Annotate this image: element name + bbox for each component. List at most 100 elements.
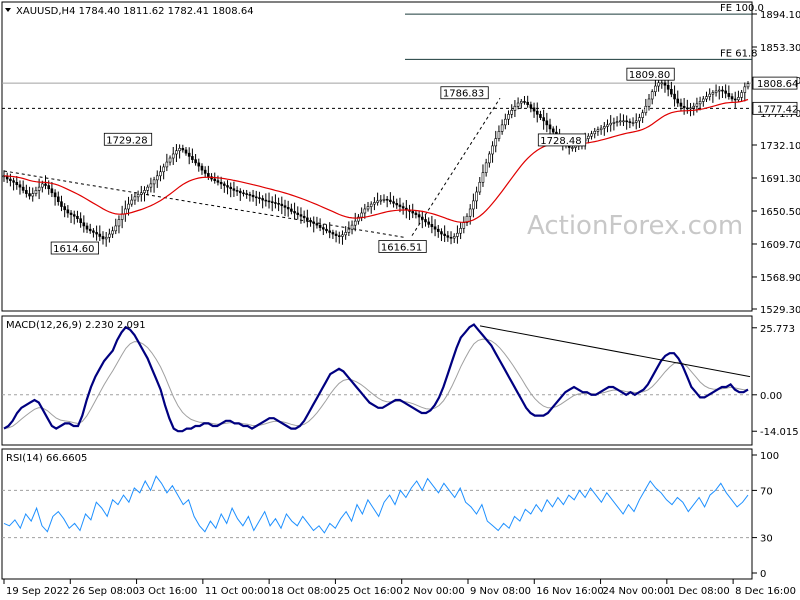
candle-body (436, 228, 440, 232)
candle-body (216, 180, 220, 183)
candle-body (302, 215, 306, 219)
candle-body (424, 219, 427, 223)
fib-level-label: FE 100.0 (720, 3, 764, 14)
x-axis-label: 8 Dec 16:00 (735, 586, 796, 597)
price-annotation-label: 1809.80 (629, 70, 670, 81)
candle-body (529, 104, 533, 109)
candle-body (143, 190, 146, 194)
price-annotation-label: 1614.60 (53, 244, 94, 255)
candle-body (472, 200, 475, 210)
chart-canvas: ActionForex.com FE 100.0 FE 61.8 1614.60 17… (1, 1, 800, 597)
candle-body (634, 120, 638, 123)
candle-body (644, 105, 648, 114)
candle-body (701, 98, 705, 102)
candle-body (76, 215, 79, 219)
x-axis-label: 2 Nov 00:00 (404, 586, 465, 597)
candle-body (47, 185, 51, 190)
candle-body (82, 222, 86, 227)
candle-body (50, 188, 54, 194)
candle-body (277, 203, 280, 205)
macd-pane-title: MACD(12,26,9) 2.230 2.091 (6, 320, 146, 331)
candle-body (200, 165, 204, 171)
candle-body (523, 101, 526, 103)
candle-body (663, 82, 667, 86)
candle-body (72, 214, 76, 217)
candle-body (290, 208, 293, 212)
candle-body (382, 198, 386, 201)
x-axis-label: 25 Oct 16:00 (337, 586, 402, 597)
candle-body (500, 124, 504, 132)
candle-body (746, 83, 750, 88)
candle-body (162, 166, 165, 173)
candle-body (641, 112, 644, 118)
candle-body (363, 208, 367, 214)
candle-body (689, 107, 692, 110)
price-axis-label: 1609.70 (760, 240, 800, 251)
candle-body (440, 231, 443, 235)
candle-body (309, 219, 312, 223)
candle-body (251, 194, 255, 198)
x-axis-label: 1 Dec 08:00 (669, 586, 730, 597)
candle-body (344, 232, 347, 236)
candle-body (571, 147, 574, 149)
price-annotation-label: 1616.51 (381, 242, 422, 253)
candle-body (171, 153, 175, 159)
candle-body (124, 208, 127, 215)
candle-body (18, 184, 22, 188)
candle-body (235, 190, 239, 192)
candle-body (657, 82, 660, 87)
candle-body (130, 199, 134, 205)
candle-body (417, 214, 421, 218)
candle-body (104, 236, 108, 240)
candle-body (504, 118, 507, 126)
candle-body (184, 149, 188, 154)
candle-body (421, 216, 424, 220)
candle-body (187, 152, 191, 157)
candle-body (494, 138, 498, 147)
candle-body (717, 89, 721, 92)
price-annotation-label: 1728.48 (540, 136, 581, 147)
candle-body (615, 121, 619, 123)
candle-body (468, 208, 472, 217)
candle-body (398, 204, 402, 207)
price-axis-label: 1732.10 (760, 141, 800, 152)
candle-body (631, 122, 635, 124)
candle-body (56, 196, 60, 202)
candle-body (92, 230, 95, 233)
price-axis-label: 1853.30 (760, 43, 800, 54)
price-axis-label: 1568.90 (760, 273, 800, 284)
candle-body (325, 228, 328, 232)
candle-body (625, 120, 628, 123)
candle-body (414, 212, 418, 215)
candle-body (191, 156, 194, 160)
candle-body (603, 126, 606, 129)
candle-body (286, 207, 290, 210)
candle-body (108, 233, 111, 238)
watermark: ActionForex.com (527, 211, 743, 241)
candle-body (15, 181, 19, 186)
candle-body (497, 131, 501, 139)
fib-level-label: FE 61.8 (720, 48, 758, 59)
candle-body (114, 225, 118, 232)
candle-body (638, 117, 641, 122)
candle-body (181, 148, 185, 151)
candle-body (111, 230, 114, 235)
candle-body (542, 117, 545, 122)
candle-body (85, 225, 89, 230)
candle-body (66, 209, 70, 214)
candle-body (366, 206, 370, 210)
candle-body (213, 178, 217, 181)
candle-body (178, 148, 181, 152)
candle-body (660, 82, 664, 85)
candle-body (159, 171, 162, 177)
candle-body (337, 235, 341, 237)
candle-body (462, 222, 466, 229)
price-tag-label: 1808.64 (757, 79, 798, 90)
x-axis-label: 19 Sep 2022 (6, 586, 69, 597)
price-annotation-label: 1729.28 (106, 135, 147, 146)
candle-body (223, 183, 226, 186)
rsi-axis-label: 70 (760, 486, 773, 497)
candle-body (535, 110, 539, 115)
candle-body (248, 194, 252, 196)
candle-body (360, 212, 363, 218)
